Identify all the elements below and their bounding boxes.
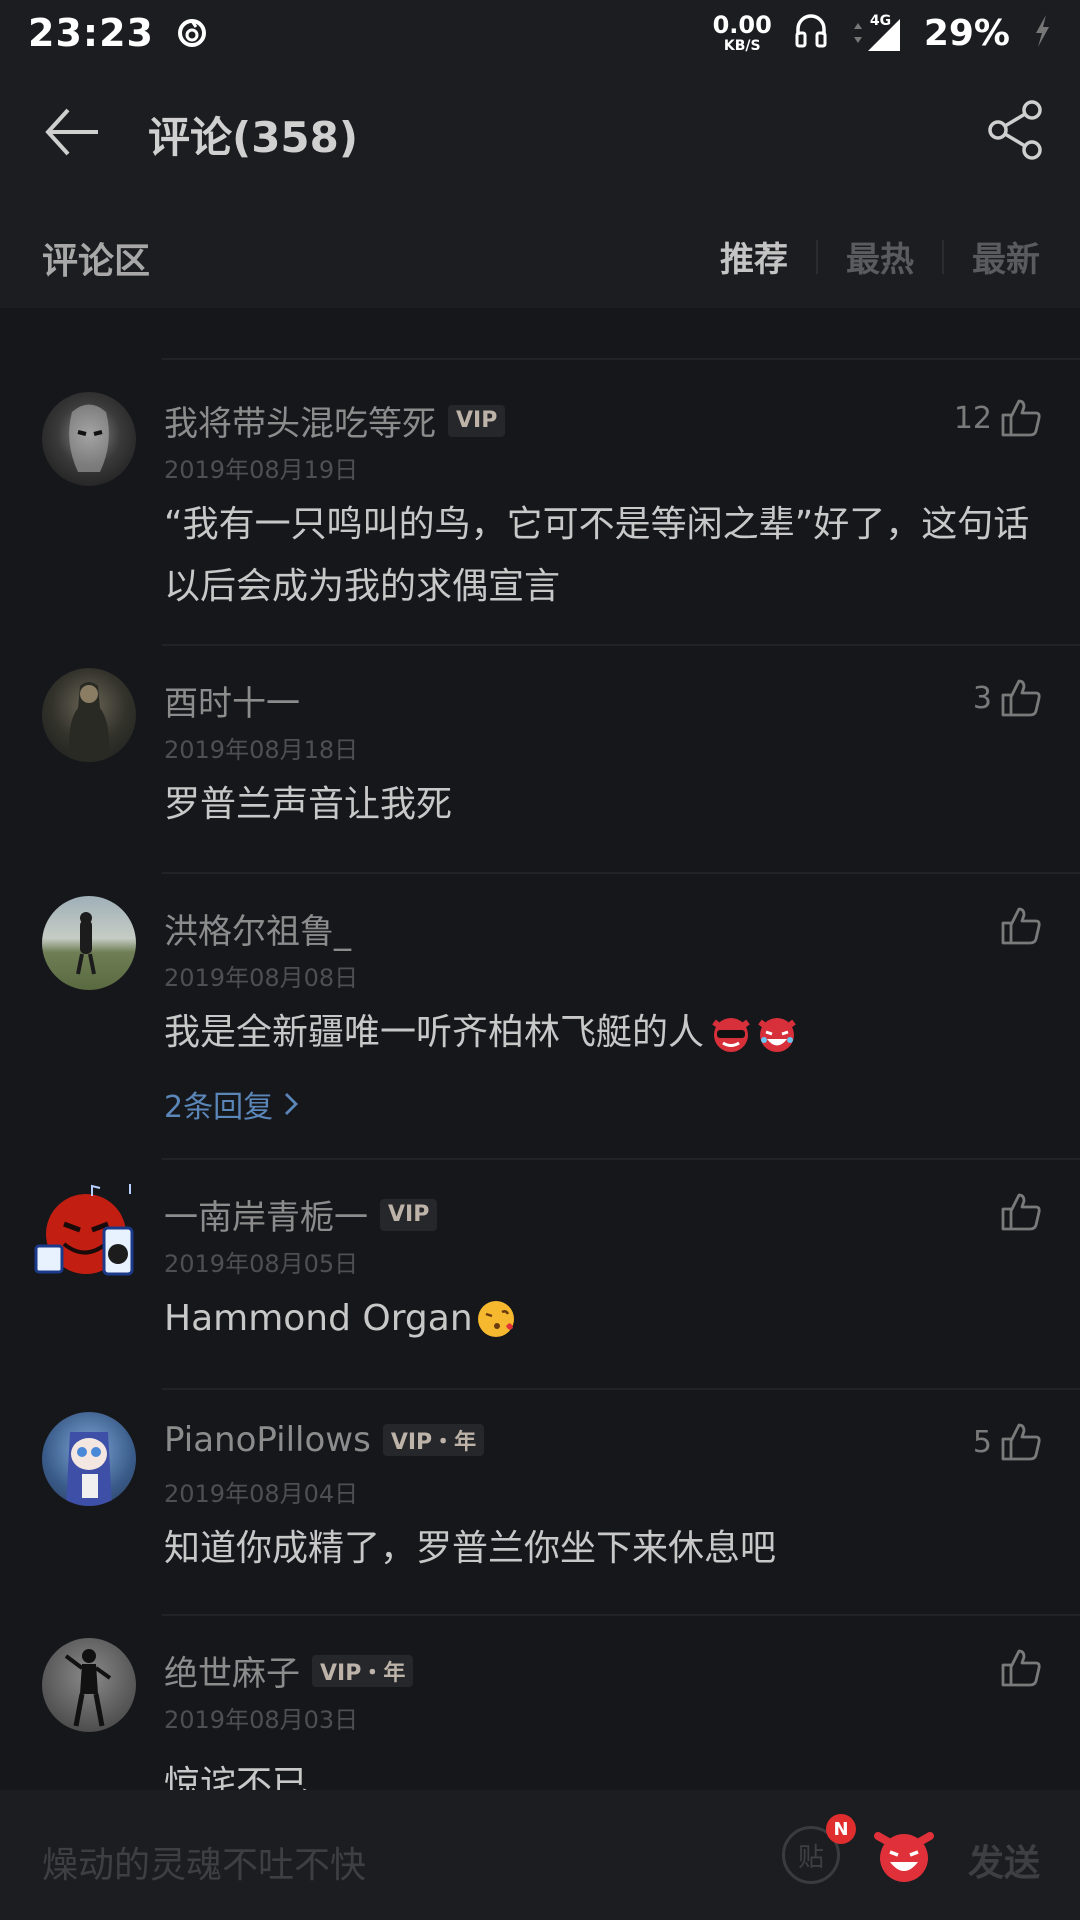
laughing-emoji-icon xyxy=(754,1010,800,1056)
notification-badge: N xyxy=(826,1814,856,1844)
comment-text-row: 我是全新疆唯一听齐柏林飞艇的人 xyxy=(164,1002,1044,1064)
status-bar: 23:23 0.00 KB/S 4G 29% xyxy=(0,0,1080,66)
section-title: 评论区 xyxy=(42,241,151,282)
share-button[interactable] xyxy=(986,100,1046,160)
comment-date: 2019年08月05日 xyxy=(164,1250,359,1278)
like-count: 12 xyxy=(953,400,992,436)
reply-count: 2条回复 xyxy=(164,1090,274,1125)
username[interactable]: 绝世麻子 xyxy=(164,1646,300,1695)
comment-input[interactable]: 燥动的灵魂不吐不快 xyxy=(42,1836,366,1888)
avatar[interactable] xyxy=(42,1412,136,1506)
send-button[interactable]: 发送 xyxy=(968,1834,1040,1886)
app-header: 评论(358) xyxy=(0,66,1080,198)
comment-text-row: Hammond Organ xyxy=(164,1288,1044,1350)
vip-badge: VIP・年 xyxy=(312,1654,414,1687)
thumbs-up-icon xyxy=(1001,1649,1041,1687)
avatar[interactable] xyxy=(34,1182,144,1292)
like-button[interactable] xyxy=(1000,1192,1042,1232)
comment-date: 2019年08月08日 xyxy=(164,964,359,992)
emoji-button[interactable] xyxy=(872,1822,936,1886)
chevron-right-icon xyxy=(285,1093,299,1115)
share-icon xyxy=(988,100,1042,160)
charging-icon xyxy=(1032,13,1052,53)
like-button[interactable] xyxy=(1000,1648,1042,1688)
avatar[interactable] xyxy=(42,392,136,486)
comment-date: 2019年08月18日 xyxy=(164,736,359,764)
vip-badge: VIP xyxy=(380,1198,438,1231)
comment-text: “我有一只鸣叫的鸟，它可不是等闲之辈”好了，这句话以后会成为我的求偶宣言 xyxy=(164,504,1030,607)
like-button[interactable]: 3 xyxy=(973,678,1042,718)
app-notification-icon xyxy=(176,17,208,49)
vip-badge: VIP xyxy=(448,404,506,437)
like-count: 5 xyxy=(972,1424,992,1460)
comment-item: 绝世麻子 VIP・年 2019年08月03日 惊诧不已 xyxy=(0,1614,1080,1790)
avatar[interactable] xyxy=(42,1638,136,1732)
comment-date: 2019年08月04日 xyxy=(164,1480,359,1508)
comment-input-bar: 燥动的灵魂不吐不快 贴 N 发送 xyxy=(0,1790,1080,1920)
username[interactable]: 酉时十一 xyxy=(164,676,300,725)
back-arrow-icon xyxy=(45,108,98,156)
comment-list[interactable]: 我将带头混吃等死 VIP 2019年08月19日 12 “我有一只鸣叫的鸟，它可… xyxy=(0,308,1080,1790)
emoji-face-icon xyxy=(874,1832,934,1882)
comment-text: 惊诧不已 xyxy=(164,1764,309,1790)
comment-item: 酉时十一 2019年08月18日 3 罗普兰声音让我死 xyxy=(0,644,1080,872)
back-button[interactable] xyxy=(42,102,102,162)
comment-date: 2019年08月03日 xyxy=(164,1706,359,1734)
username[interactable]: PianoPillows xyxy=(164,1420,371,1460)
avatar[interactable] xyxy=(42,896,136,990)
kiss-emoji-icon xyxy=(475,1298,517,1340)
sort-tabs: 推荐 最热 最新 xyxy=(692,232,1040,281)
tab-newest[interactable]: 最新 xyxy=(944,232,1040,281)
signal-icon: 4G xyxy=(850,13,902,53)
comment-text: 我是全新疆唯一听齐柏林飞艇的人 xyxy=(164,1012,705,1053)
thumbs-up-icon xyxy=(1001,907,1041,945)
comment-text: 罗普兰声音让我死 xyxy=(164,784,453,825)
comment-item: 洪格尔祖鲁_ 2019年08月08日 我是全新疆唯一听齐柏林飞艇的人 2条回复 xyxy=(0,872,1080,1158)
net-speed: 0.00 KB/S xyxy=(712,11,772,54)
comment-item: 一南岸青栀一 VIP 2019年08月05日 Hammond Organ xyxy=(0,1158,1080,1388)
page-title: 评论(358) xyxy=(148,113,359,162)
reply-link[interactable]: 2条回复 xyxy=(164,1082,299,1126)
comment-item: 我将带头混吃等死 VIP 2019年08月19日 12 “我有一只鸣叫的鸟，它可… xyxy=(0,358,1080,644)
like-button[interactable]: 5 xyxy=(973,1422,1042,1462)
username[interactable]: 我将带头混吃等死 xyxy=(164,396,436,445)
tab-hottest[interactable]: 最热 xyxy=(818,232,942,281)
battery-percent: 29% xyxy=(923,12,1010,54)
cool-emoji-icon xyxy=(708,1010,754,1056)
avatar[interactable] xyxy=(42,668,136,762)
like-button[interactable] xyxy=(1000,906,1042,946)
thumbs-up-icon xyxy=(1001,1423,1041,1461)
thumbs-up-icon xyxy=(1001,679,1041,717)
comment-text: 知道你成精了，罗普兰你坐下来休息吧 xyxy=(164,1528,777,1569)
comment-item: PianoPillows VIP・年 2019年08月04日 5 知道你成精了，… xyxy=(0,1388,1080,1614)
vip-badge: VIP・年 xyxy=(382,1424,485,1456)
like-button[interactable]: 12 xyxy=(954,398,1042,438)
username[interactable]: 一南岸青栀一 xyxy=(164,1190,368,1239)
post-label: 贴 xyxy=(797,1842,824,1873)
like-count: 3 xyxy=(972,680,992,716)
username[interactable]: 洪格尔祖鲁_ xyxy=(164,904,351,953)
comment-date: 2019年08月19日 xyxy=(164,456,359,484)
network-type: 4G xyxy=(869,13,892,29)
comment-section-header: 评论区 推荐 最热 最新 xyxy=(0,198,1080,308)
thumbs-up-icon xyxy=(1001,399,1041,437)
status-time: 23:23 xyxy=(28,11,154,55)
headphone-icon xyxy=(794,13,828,53)
comment-text: Hammond Organ xyxy=(164,1298,473,1339)
tab-recommended[interactable]: 推荐 xyxy=(692,232,816,281)
thumbs-up-icon xyxy=(1001,1193,1041,1231)
